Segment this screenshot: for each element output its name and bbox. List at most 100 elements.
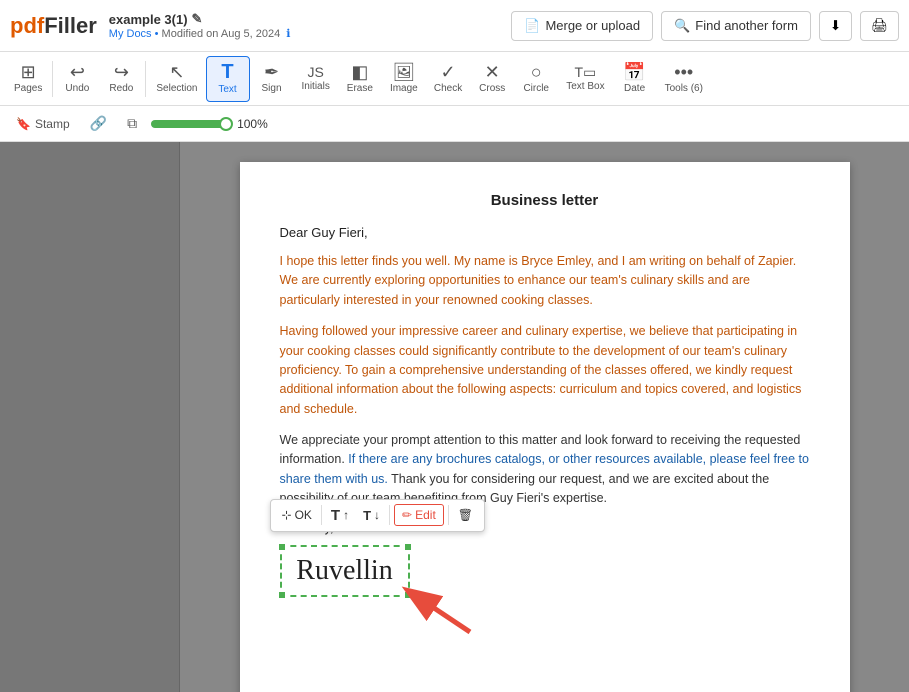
doc-page: Business letter Dear Guy Fieri, I hope t…: [240, 162, 850, 692]
toolbar-text[interactable]: T Text: [206, 56, 250, 102]
undo-icon: ↩: [70, 63, 85, 81]
toolbar-erase[interactable]: ◧ Erase: [338, 56, 382, 102]
pages-icon: ⊞: [21, 63, 36, 81]
sig-ok-label: OK: [295, 508, 312, 522]
find-form-button[interactable]: 🔍 Find another form: [661, 11, 811, 41]
toolbar-initials[interactable]: JS Initials: [294, 56, 338, 102]
image-label: Image: [390, 83, 418, 94]
edit-title-icon[interactable]: ✎: [192, 11, 203, 27]
text-icon: T: [221, 62, 233, 82]
signature-wrapper: ⊹ OK T ↑ T ↓ ✏ Edit: [280, 545, 410, 597]
document-title: Business letter: [280, 192, 810, 209]
main-area: Business letter Dear Guy Fieri, I hope t…: [0, 142, 909, 692]
info-icon[interactable]: ℹ: [286, 28, 290, 40]
para1-text: I hope this letter finds you well. My na…: [280, 254, 797, 307]
merge-label: Merge or upload: [545, 18, 640, 33]
check-label: Check: [434, 83, 462, 94]
initials-label: Initials: [302, 81, 330, 92]
doc-para-1: I hope this letter finds you well. My na…: [280, 252, 810, 310]
redo-label: Redo: [109, 83, 133, 94]
find-icon: 🔍: [674, 18, 690, 34]
link-button[interactable]: 🔗: [84, 112, 113, 135]
image-icon: 🖼: [392, 63, 415, 81]
selection-label: Selection: [156, 83, 197, 94]
download-button[interactable]: ⬇: [819, 11, 852, 41]
doc-title: example 3(1) ✎: [109, 11, 291, 27]
toolbar-redo[interactable]: ↪ Redo: [99, 56, 143, 102]
signature-toolbar: ⊹ OK T ↑ T ↓ ✏ Edit: [270, 499, 486, 532]
toolbar-undo[interactable]: ↩ Undo: [55, 56, 99, 102]
link-icon: 🔗: [90, 115, 107, 131]
undo-label: Undo: [65, 83, 89, 94]
zoom-track[interactable]: [151, 120, 231, 128]
toolbar-divider-1: [52, 61, 53, 97]
sig-shrink-icon: T: [363, 508, 371, 523]
para2-text: Having followed your impressive career a…: [280, 324, 802, 416]
zoom-control[interactable]: 100%: [151, 117, 268, 131]
print-button[interactable]: 🖨: [860, 11, 899, 41]
toolbar-cross[interactable]: ✕ Cross: [470, 56, 514, 102]
red-arrow-indicator: [380, 582, 480, 642]
pages-label: Pages: [14, 83, 42, 94]
sig-edit-label: Edit: [415, 508, 436, 522]
logo-filler: Filler: [44, 13, 97, 38]
toolbar-textbox[interactable]: T▭ Text Box: [558, 56, 612, 102]
sig-delete-button[interactable]: 🗑: [453, 505, 478, 525]
selection-icon: ↖: [169, 63, 184, 81]
top-bar-actions: 📄 Merge or upload 🔍 Find another form ⬇ …: [511, 11, 899, 41]
toolbar-pages[interactable]: ⊞ Pages: [6, 56, 50, 102]
redo-icon: ↪: [114, 63, 129, 81]
copy-button[interactable]: ⧉: [121, 112, 143, 135]
top-bar: pdfFiller example 3(1) ✎ My Docs • Modif…: [0, 0, 909, 52]
erase-icon: ◧: [351, 63, 368, 81]
logo-pdf: pdf: [10, 13, 44, 38]
copy-icon: ⧉: [127, 115, 137, 131]
sig-delete-icon: 🗑: [458, 508, 473, 522]
sig-edit-icon: ✏: [402, 508, 412, 522]
sign-icon: ✒: [264, 63, 279, 81]
toolbar-selection[interactable]: ↖ Selection: [148, 56, 205, 102]
stamp-icon: 🔖: [16, 117, 31, 131]
toolbar-circle[interactable]: ○ Circle: [514, 56, 558, 102]
resize-handle-bl[interactable]: [278, 591, 286, 599]
stamp-button[interactable]: 🔖 Stamp: [10, 114, 76, 134]
toolbar-check[interactable]: ✓ Check: [426, 56, 470, 102]
zoom-thumb[interactable]: [219, 117, 233, 131]
tools-icon: •••: [674, 63, 693, 81]
toolbar-date[interactable]: 📅 Date: [613, 56, 657, 102]
resize-handle-tr[interactable]: [404, 543, 412, 551]
find-label: Find another form: [695, 18, 798, 33]
date-icon: 📅: [623, 63, 645, 81]
doc-greeting: Dear Guy Fieri,: [280, 225, 810, 240]
toolbar-sign[interactable]: ✒ Sign: [250, 56, 294, 102]
toolbar-tools[interactable]: ••• Tools (6): [657, 56, 711, 102]
sig-grow-arrow: ↑: [343, 508, 349, 522]
sig-grow-button[interactable]: T ↑: [326, 504, 354, 527]
check-icon: ✓: [440, 63, 455, 81]
toolbar-image[interactable]: 🖼 Image: [382, 56, 426, 102]
download-icon: ⬇: [830, 18, 841, 34]
my-docs-link[interactable]: My Docs: [109, 28, 152, 40]
sig-move-button[interactable]: ⊹ OK: [277, 505, 317, 525]
left-panel: [0, 142, 180, 692]
separator: •: [155, 28, 159, 40]
merge-upload-button[interactable]: 📄 Merge or upload: [511, 11, 653, 41]
zoom-value: 100%: [237, 117, 268, 131]
textbox-icon: T▭: [575, 65, 597, 79]
merge-icon: 📄: [524, 18, 540, 34]
signature-text: Ruvellin: [296, 555, 392, 587]
doc-title-text: example 3(1): [109, 12, 188, 27]
textbox-label: Text Box: [566, 81, 604, 92]
sub-toolbar: 🔖 Stamp 🔗 ⧉ 100%: [0, 106, 909, 142]
sig-tb-div-2: [389, 505, 390, 525]
doc-canvas[interactable]: Business letter Dear Guy Fieri, I hope t…: [180, 142, 909, 692]
circle-icon: ○: [531, 63, 542, 81]
sig-shrink-button[interactable]: T ↓: [358, 505, 385, 526]
stamp-label: Stamp: [35, 117, 70, 131]
cross-label: Cross: [479, 83, 505, 94]
date-label: Date: [624, 83, 645, 94]
resize-handle-tl[interactable]: [278, 543, 286, 551]
sig-edit-button[interactable]: ✏ Edit: [394, 504, 444, 526]
doc-subtitle: My Docs • Modified on Aug 5, 2024 ℹ: [109, 27, 291, 40]
sig-move-icon: ⊹: [282, 508, 292, 522]
